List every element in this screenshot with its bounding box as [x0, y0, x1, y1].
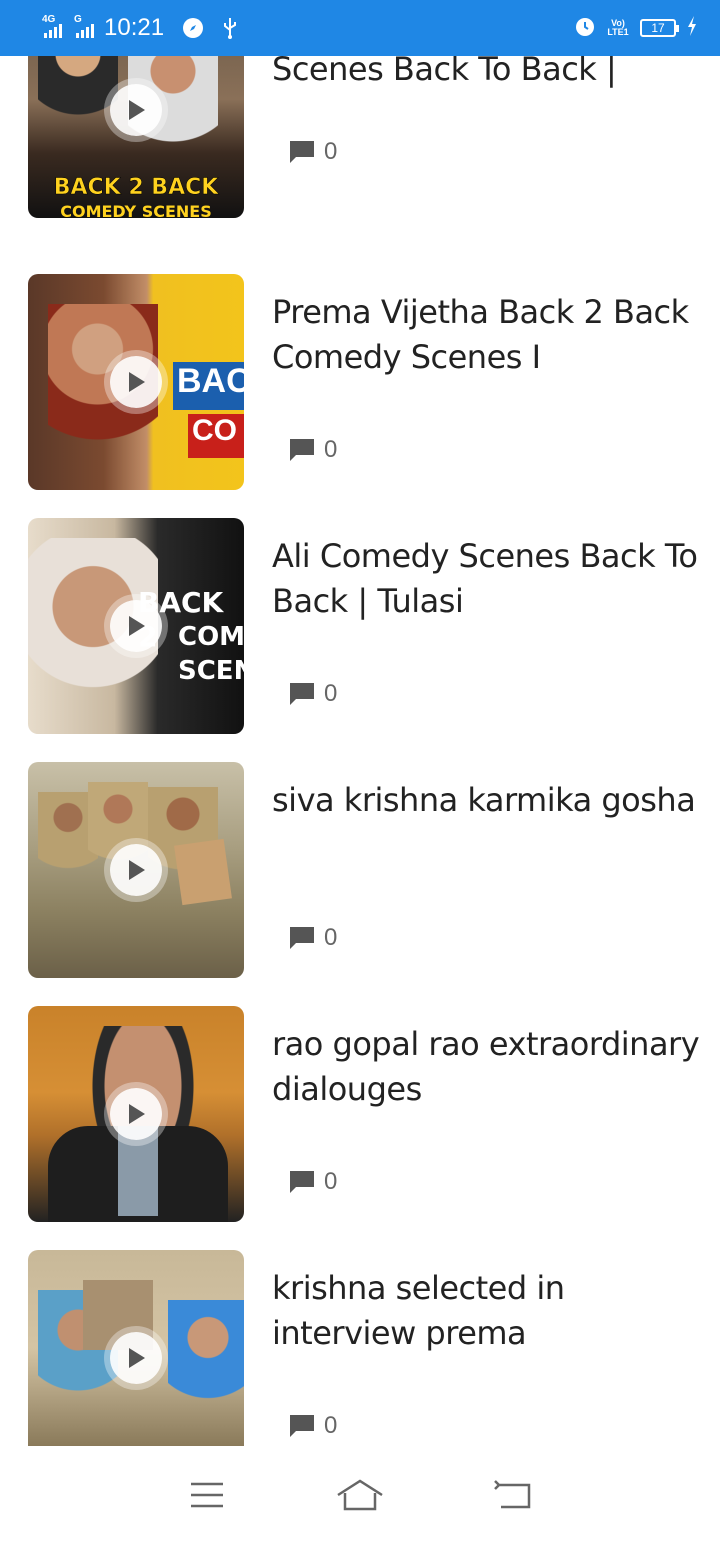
comment-icon — [290, 683, 314, 705]
video-item[interactable]: rao gopal rao extraordinary dialouges 0 — [0, 1006, 720, 1250]
play-icon[interactable] — [110, 600, 162, 652]
usb-icon — [222, 16, 238, 40]
menu-button[interactable] — [177, 1470, 237, 1520]
comment-count[interactable]: 0 — [288, 1412, 337, 1440]
compass-icon — [182, 17, 204, 39]
video-title[interactable]: Ali Comedy Scenes Back To Back | Tulasi — [272, 534, 702, 624]
video-list[interactable]: BACK 2 BACK COMEDY SCENES Brahmanandam C… — [0, 56, 720, 1446]
comment-count-value: 0 — [324, 1412, 338, 1439]
bottom-navigation — [0, 1446, 720, 1544]
home-icon — [337, 1479, 383, 1511]
play-icon[interactable] — [110, 356, 162, 408]
comment-icon — [290, 1171, 314, 1193]
charging-icon — [686, 15, 698, 42]
video-title[interactable]: siva krishna karmika gosha — [272, 778, 702, 823]
play-icon[interactable] — [110, 844, 162, 896]
comment-count-value: 0 — [324, 138, 338, 165]
video-thumbnail[interactable] — [28, 1006, 244, 1222]
thumbnail-image: BACK 2 BACK COMEDY SCENES — [28, 56, 244, 218]
video-item[interactable]: BACK 2 BACK COMEDY SCENES Brahmanandam C… — [0, 56, 720, 246]
video-thumbnail[interactable] — [28, 762, 244, 978]
signal-icon: 4G — [42, 14, 62, 38]
status-right: Vo) LTE1 17 — [574, 15, 698, 42]
video-title[interactable]: Prema Vijetha Back 2 Back Comedy Scenes … — [272, 290, 702, 380]
thumbnail-caption: SCEN — [178, 656, 244, 686]
comment-count[interactable]: 0 — [288, 680, 337, 708]
volte-icon: Vo) LTE1 — [607, 18, 629, 37]
comment-icon — [290, 439, 314, 461]
comment-count-value: 0 — [324, 924, 338, 951]
status-bar: 4G G 10:21 Vo) LTE1 17 — [0, 0, 720, 56]
video-title[interactable]: krishna selected in interview prema — [272, 1266, 702, 1356]
network-type-1: 4G — [42, 14, 56, 25]
thumbnail-caption: CO — [188, 414, 244, 458]
comment-count-value: 0 — [324, 680, 338, 707]
video-thumbnail[interactable]: BACK 2 BACK COMEDY SCENES — [28, 56, 244, 218]
comment-icon — [290, 927, 314, 949]
play-icon[interactable] — [110, 84, 162, 136]
comment-count[interactable]: 0 — [288, 436, 337, 464]
home-button[interactable] — [330, 1470, 390, 1520]
comment-count-value: 0 — [324, 1168, 338, 1195]
play-icon[interactable] — [110, 1088, 162, 1140]
thumbnail-caption: BAC — [173, 362, 244, 410]
status-left: 4G G 10:21 — [42, 14, 238, 42]
back-button[interactable] — [483, 1470, 543, 1520]
comment-count[interactable]: 0 — [288, 924, 337, 952]
video-title[interactable]: rao gopal rao extraordinary dialouges — [272, 1022, 702, 1112]
thumbnail-caption: COMEDY SCENES — [60, 202, 212, 218]
video-item[interactable]: siva krishna karmika gosha 0 — [0, 762, 720, 1006]
comment-count-value: 0 — [324, 436, 338, 463]
play-icon[interactable] — [110, 1332, 162, 1384]
thumbnail-caption: COMI — [178, 622, 244, 652]
network-type-2: G — [74, 14, 82, 25]
menu-icon — [190, 1482, 223, 1508]
video-thumbnail[interactable]: BAC CO — [28, 274, 244, 490]
video-title[interactable]: Brahmanandam Comedy Scenes Back To Back … — [272, 56, 702, 92]
video-item[interactable]: BAC CO Prema Vijetha Back 2 Back Comedy … — [0, 274, 720, 518]
comment-count[interactable]: 0 — [288, 138, 337, 166]
alarm-icon — [574, 15, 596, 42]
thumbnail-caption: BACK 2 BACK — [53, 175, 219, 200]
comment-icon — [290, 1415, 314, 1437]
video-thumbnail[interactable] — [28, 1250, 244, 1446]
back-icon — [494, 1480, 531, 1509]
comment-icon — [290, 141, 314, 163]
video-item[interactable]: BACK 2 COMI SCEN Ali Comedy Scenes Back … — [0, 518, 720, 762]
signal-icon-2: G — [74, 14, 94, 38]
battery-icon: 17 — [640, 19, 679, 37]
comment-count[interactable]: 0 — [288, 1168, 337, 1196]
video-item[interactable]: krishna selected in interview prema 0 — [0, 1250, 720, 1446]
video-thumbnail[interactable]: BACK 2 COMI SCEN — [28, 518, 244, 734]
clock: 10:21 — [104, 14, 165, 41]
